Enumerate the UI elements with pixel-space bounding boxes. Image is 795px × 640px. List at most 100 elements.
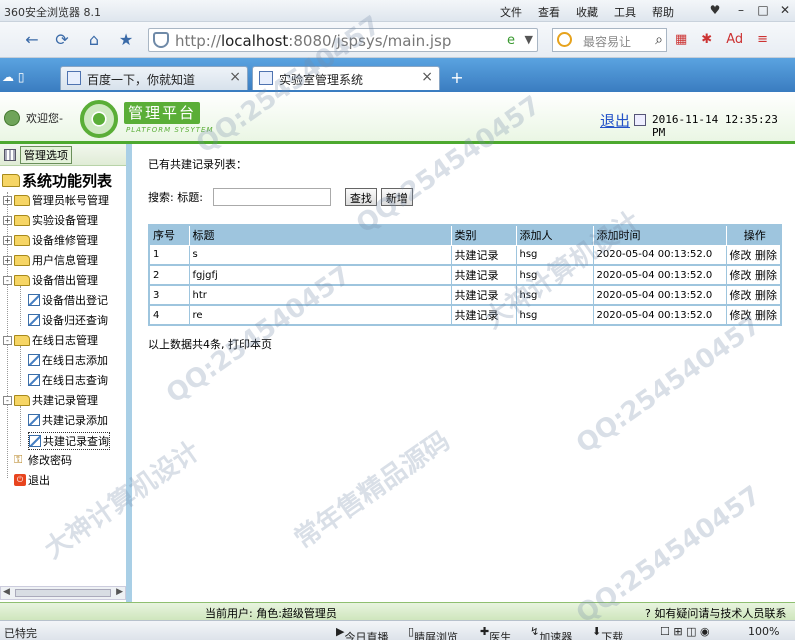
skin-icon[interactable]: ♥ [704,2,726,18]
refresh-icon[interactable]: ⟳ [50,28,74,52]
cloud-icon[interactable]: ☁ ▯ [2,70,24,84]
table-row: 2 fgjgfj 共建记录 hsg 2020-05-04 00:13:52.0 … [148,264,782,286]
menu-icon[interactable]: ≡ [757,32,768,47]
delete-link[interactable]: 删除 [755,309,777,322]
cell-no: 1 [148,244,190,266]
menu-file[interactable]: 文件 [500,4,522,20]
tab-bar: ☁ ▯ 百度一下，你就知道 × 实验室管理系统 × + [0,58,795,92]
role: 角色:超级管理员 [256,607,337,620]
sidebar-item-shared-records[interactable]: - 共建记录管理 [3,392,98,408]
tree-root-label: 系统功能列表 [22,172,113,190]
zoom-level[interactable]: 100% [748,625,779,638]
expand-icon[interactable]: + [3,215,12,225]
status-accelerator[interactable]: ↯ 加速器 [530,625,572,640]
close-icon[interactable]: × [229,69,241,85]
sidebar-item-return-query[interactable]: 设备归还查询 [28,312,108,328]
edit-icon [28,294,40,306]
app-title: 360安全浏览器 8.1 [4,6,101,19]
close-icon[interactable]: × [421,69,433,85]
new-tab-button[interactable]: + [446,68,468,88]
adblock-icon[interactable]: Ad [726,32,743,47]
find-button[interactable]: 查找 [344,188,377,206]
sidebar-item-lab-equipment[interactable]: + 实验设备管理 [3,212,98,228]
menu-favorites[interactable]: 收藏 [576,4,598,20]
menu-help[interactable]: 帮助 [652,4,674,20]
url-text[interactable]: http://localhost:8080/jspsys/main.jsp [175,32,451,50]
title-search-input[interactable] [212,188,331,206]
status-download[interactable]: ⬇ 下载 [592,625,623,640]
tab-baidu[interactable]: 百度一下，你就知道 × [60,66,248,90]
sidebar-item-change-password[interactable]: ⚿ 修改密码 [14,452,72,468]
edit-icon [29,435,41,447]
sidebar-item-record-query[interactable]: 共建记录查询 [28,432,110,450]
user-icon [4,110,20,126]
status-screen[interactable]: ▯ 睛屏浏览 [408,625,458,640]
sidebar-item-online-log[interactable]: - 在线日志管理 [3,332,98,348]
minimize-icon[interactable]: – [730,2,752,18]
page-header: 欢迎您- 管理平台 PLATFORM SYSYTEM 退出 2016-11-14… [0,92,795,144]
search-icon[interactable]: ⌕ [655,32,663,48]
status-doctor[interactable]: ✚ 医生 [480,625,511,640]
manage-options-button[interactable]: 管理选项 [20,145,72,164]
sidebar-item-lending-register[interactable]: 设备借出登记 [28,292,108,308]
expand-icon[interactable]: + [3,195,12,205]
logout-link[interactable]: 退出 [600,110,630,131]
tree-root[interactable]: 系统功能列表 [2,170,112,191]
sidebar-item-equipment-lending[interactable]: - 设备借出管理 [3,272,98,288]
close-window-icon[interactable]: ✕ [774,2,795,18]
ie-mode-icon[interactable]: e [507,33,515,48]
sidebar-item-label: 修改密码 [28,454,72,467]
menu-view[interactable]: 查看 [538,4,560,20]
apps-icon[interactable]: ▦ [675,32,687,47]
sidebar-item-label: 用户信息管理 [32,254,98,267]
collapse-icon[interactable]: - [3,395,12,405]
status-live[interactable]: ▶ 今日直播 [336,625,388,640]
cell-no: 2 [148,264,190,286]
tab-lab-system[interactable]: 实验室管理系统 × [252,66,440,90]
sidebar-header: 管理选项 [0,144,126,166]
welcome-area: 欢迎您- [4,110,63,126]
delete-link[interactable]: 删除 [755,289,777,302]
edit-link[interactable]: 修改 [730,309,752,322]
print-link[interactable]: 打印本页 [228,338,272,351]
sidebar-item-exit[interactable]: ⏻ 退出 [14,472,50,488]
search-box[interactable]: 最容易让 ⌕ [552,28,667,52]
sidebar-item-label: 实验设备管理 [32,214,98,227]
edit-link[interactable]: 修改 [730,269,752,282]
add-button[interactable]: 新增 [380,188,413,206]
chevron-down-icon[interactable]: ▼ [525,33,533,46]
address-bar[interactable]: http://localhost:8080/jspsys/main.jsp e … [148,28,538,52]
sidebar-item-user-info[interactable]: + 用户信息管理 [3,252,98,268]
scroll-left-icon[interactable]: ◀ [3,587,10,597]
edit-link[interactable]: 修改 [730,289,752,302]
sidebar-item-equipment-repair[interactable]: + 设备维修管理 [3,232,98,248]
sidebar-item-log-add[interactable]: 在线日志添加 [28,352,108,368]
expand-icon[interactable]: + [3,235,12,245]
delete-link[interactable]: 删除 [755,249,777,262]
collapse-icon[interactable]: - [3,335,12,345]
cell-no: 3 [148,284,190,306]
browser-menu-bar: 文件 查看 收藏 工具 帮助 [500,4,674,20]
current-user: 当前用户: 角色:超级管理员 [205,605,337,621]
sidebar-scrollbar[interactable]: ◀ ▶ [0,586,126,600]
collapse-icon[interactable]: - [3,275,12,285]
scroll-right-icon[interactable]: ▶ [116,587,123,597]
status-icons[interactable]: ☐ ⊞ ◫ ◉ [660,625,710,638]
sidebar-item-admin-accounts[interactable]: + 管理员帐号管理 [3,192,109,208]
favorite-star-icon[interactable]: ★ [114,28,138,52]
delete-link[interactable]: 删除 [755,269,777,282]
page-icon [259,71,273,85]
back-icon[interactable]: ← [20,28,44,52]
gear-icon[interactable]: ✱ [701,32,712,47]
sidebar-item-log-query[interactable]: 在线日志查询 [28,372,108,388]
scroll-thumb[interactable] [15,589,111,597]
sidebar-item-record-add[interactable]: 共建记录添加 [28,412,108,428]
expand-icon[interactable]: + [3,255,12,265]
home-icon[interactable]: ⌂ [82,28,106,52]
edit-link[interactable]: 修改 [730,249,752,262]
menu-tools[interactable]: 工具 [614,4,636,20]
browser-statusbar: 已特完 ▶ 今日直播 ▯ 睛屏浏览 ✚ 医生 ↯ 加速器 ⬇ 下载 ☐ ⊞ ◫ … [0,620,795,640]
search-label: 搜索: 标题: [148,191,203,204]
maximize-icon[interactable]: □ [752,2,774,18]
search-engine-icon[interactable] [557,32,572,47]
